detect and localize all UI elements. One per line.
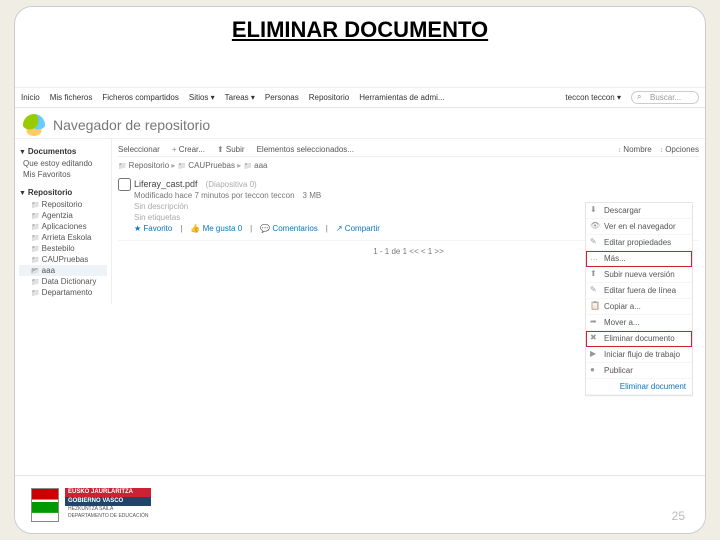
file-notags: Sin etiquetas: [134, 213, 180, 222]
menu-footer-delete[interactable]: Eliminar document: [586, 379, 692, 395]
menu-edit-props[interactable]: Editar propiedades: [586, 235, 692, 251]
slide-footer: EUSKO JAURLARITZA GOBIERNO VASCO HEZKUNT…: [15, 475, 705, 533]
sort-options[interactable]: Opciones: [660, 145, 699, 154]
sidebar-section-repositorio[interactable]: Repositorio: [19, 186, 107, 199]
sidebar-folder-root[interactable]: Repositorio: [19, 199, 107, 210]
nav-mis-ficheros[interactable]: Mis ficheros: [50, 93, 93, 102]
page-title: Navegador de repositorio: [53, 117, 210, 133]
nav-admin[interactable]: Herramientas de admi...: [359, 93, 444, 102]
tb-upload[interactable]: Subir: [217, 145, 245, 154]
file-subinfo: (Diapositiva 0): [206, 180, 257, 189]
sidebar-folder[interactable]: Bestebilo: [19, 243, 107, 254]
file-nodesc: Sin descripción: [134, 202, 188, 211]
menu-view-browser[interactable]: Ver en el navegador: [586, 219, 692, 235]
tb-create[interactable]: Crear...: [172, 145, 205, 154]
gov-logo: EUSKO JAURLARITZA GOBIERNO VASCO HEZKUNT…: [31, 488, 151, 522]
action-like[interactable]: 👍 Me gusta 0: [190, 224, 242, 233]
gov-text-1: EUSKO JAURLARITZA: [65, 488, 151, 497]
action-comment[interactable]: 💬 Comentarios: [260, 224, 318, 233]
nav-inicio[interactable]: Inicio: [21, 93, 40, 102]
search-input[interactable]: Buscar...: [631, 91, 699, 104]
sidebar-folder[interactable]: CAUPruebas: [19, 254, 107, 265]
file-size: 3 MB: [303, 191, 322, 200]
action-share[interactable]: ↗ Compartir: [336, 224, 380, 233]
breadcrumb: Repositorio CAUPruebas aaa: [118, 157, 699, 174]
sidebar-folder[interactable]: Aplicaciones: [19, 221, 107, 232]
sidebar-folder[interactable]: Arrieta Eskola: [19, 232, 107, 243]
top-navigation: Inicio Mis ficheros Ficheros compartidos…: [15, 88, 705, 108]
sidebar-item[interactable]: Que estoy editando: [19, 158, 107, 169]
gov-dept-1: HEZKUNTZA SAILA: [65, 506, 151, 514]
sidebar-section-documentos[interactable]: Documentos: [19, 145, 107, 158]
sidebar: Documentos Que estoy editando Mis Favori…: [15, 139, 111, 304]
gov-text-2: GOBIERNO VASCO: [65, 497, 151, 506]
sidebar-folder-selected[interactable]: aaa: [19, 265, 107, 276]
sidebar-folder[interactable]: Agentzia: [19, 210, 107, 221]
menu-publish[interactable]: Publicar: [586, 363, 692, 379]
sort-name[interactable]: Nombre: [618, 145, 652, 154]
gov-dept-2: DEPARTAMENTO DE EDUCACIÓN: [65, 513, 151, 521]
menu-download[interactable]: Descargar: [586, 203, 692, 219]
breadcrumb-item[interactable]: CAUPruebas: [178, 161, 235, 170]
menu-more[interactable]: Más...: [586, 251, 692, 267]
action-favorite[interactable]: ★ Favorito: [134, 224, 172, 233]
slide-title: ELIMINAR DOCUMENTO: [15, 7, 705, 47]
sidebar-folder[interactable]: Data Dictionary: [19, 276, 107, 287]
menu-copy-to[interactable]: Copiar a...: [586, 299, 692, 315]
sidebar-folder[interactable]: Departamento: [19, 287, 107, 298]
tb-select[interactable]: Seleccionar: [118, 145, 160, 154]
context-menu: Descargar Ver en el navegador Editar pro…: [585, 202, 693, 396]
page-header: Navegador de repositorio: [15, 108, 705, 139]
sidebar-item[interactable]: Mis Favoritos: [19, 169, 107, 180]
file-name[interactable]: Liferay_cast.pdf: [134, 179, 198, 189]
breadcrumb-item[interactable]: aaa: [243, 161, 267, 170]
nav-tareas[interactable]: Tareas ▾: [225, 93, 255, 102]
menu-start-workflow[interactable]: Iniciar flujo de trabajo: [586, 347, 692, 363]
alfresco-logo-icon: [23, 114, 45, 136]
toolbar: Seleccionar Crear... Subir Elementos sel…: [118, 143, 699, 157]
breadcrumb-item[interactable]: Repositorio: [118, 161, 169, 170]
menu-upload-version[interactable]: Subir nueva versión: [586, 267, 692, 283]
gov-shield-icon: [31, 488, 59, 522]
nav-compartidos[interactable]: Ficheros compartidos: [102, 93, 178, 102]
menu-delete-document[interactable]: Eliminar documento: [586, 331, 692, 347]
file-modified: Modificado hace 7 minutos por teccon tec…: [134, 191, 295, 200]
nav-sitios[interactable]: Sitios ▾: [189, 93, 215, 102]
page-number: 25: [672, 509, 685, 523]
nav-repositorio[interactable]: Repositorio: [309, 93, 349, 102]
nav-personas[interactable]: Personas: [265, 93, 299, 102]
tb-selected[interactable]: Elementos seleccionados...: [257, 145, 354, 154]
menu-edit-offline[interactable]: Editar fuera de línea: [586, 283, 692, 299]
menu-move-to[interactable]: Mover a...: [586, 315, 692, 331]
row-checkbox[interactable]: [118, 178, 131, 191]
nav-user[interactable]: teccon teccon ▾: [565, 93, 621, 102]
